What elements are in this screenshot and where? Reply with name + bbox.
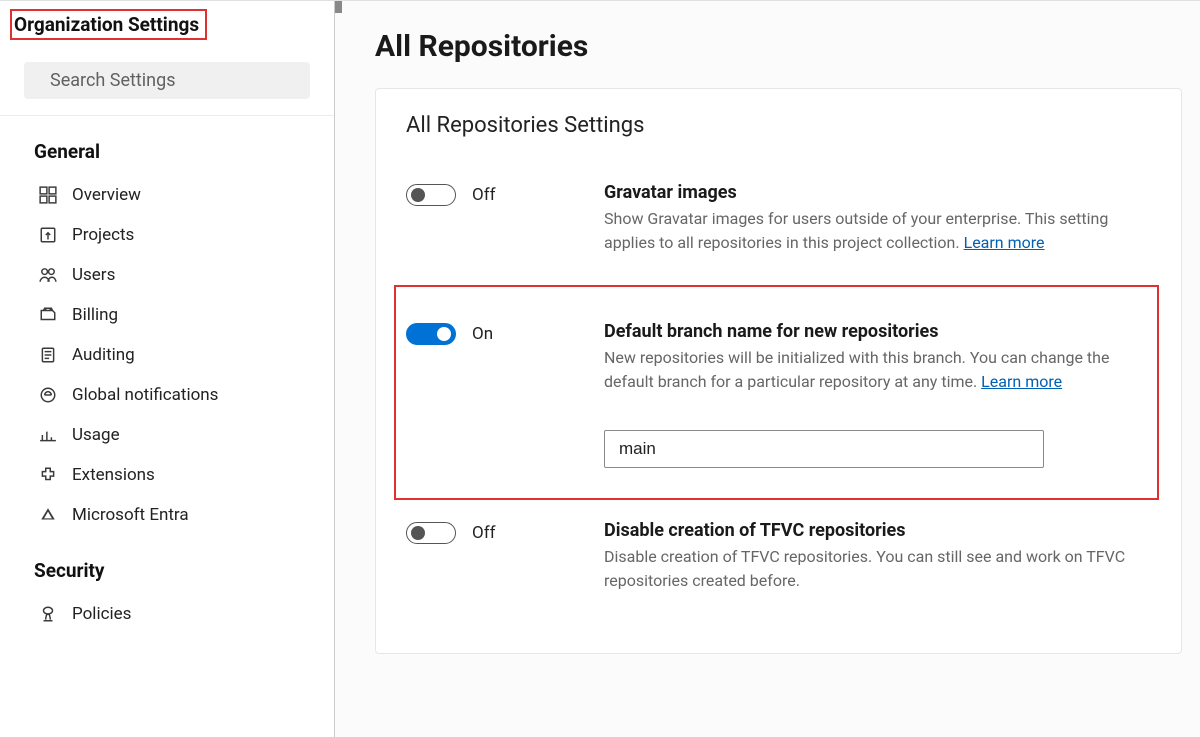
sidebar-item-billing[interactable]: Billing	[24, 295, 334, 335]
sidebar-item-label: Microsoft Entra	[72, 505, 189, 525]
sidebar-item-users[interactable]: Users	[24, 255, 334, 295]
entra-icon	[38, 505, 58, 525]
default-branch-input[interactable]	[604, 430, 1044, 468]
setting-row-disable-tfvc: Off Disable creation of TFVC repositorie…	[406, 520, 1159, 623]
sidebar-scrollbar[interactable]	[334, 1, 342, 737]
auditing-icon	[38, 345, 58, 365]
section-header-general: General	[0, 116, 334, 171]
setting-row-default-branch: On Default branch name for new repositor…	[394, 285, 1159, 500]
sidebar: Organization Settings Search Settings Ge…	[0, 1, 335, 737]
search-placeholder: Search Settings	[50, 70, 175, 91]
setting-description: New repositories will be initialized wit…	[604, 346, 1147, 394]
projects-icon	[38, 225, 58, 245]
sidebar-item-usage[interactable]: Usage	[24, 415, 334, 455]
sidebar-item-extensions[interactable]: Extensions	[24, 455, 334, 495]
sidebar-item-microsoft-entra[interactable]: Microsoft Entra	[24, 495, 334, 535]
toggle-gravatar[interactable]	[406, 184, 456, 206]
nav-list-security: Policies	[0, 590, 334, 634]
setting-title: Default branch name for new repositories	[604, 321, 1147, 342]
settings-card: All Repositories Settings Off Gravatar i…	[375, 88, 1182, 654]
toggle-state-label: Off	[472, 523, 496, 543]
sidebar-item-auditing[interactable]: Auditing	[24, 335, 334, 375]
learn-more-link[interactable]: Learn more	[981, 372, 1062, 391]
sidebar-item-label: Users	[72, 265, 115, 285]
nav-list-general: Overview Projects Users Billing	[0, 171, 334, 535]
sidebar-title-highlight: Organization Settings	[10, 9, 207, 40]
sidebar-item-overview[interactable]: Overview	[24, 175, 334, 215]
sidebar-item-label: Usage	[72, 425, 120, 445]
sidebar-item-label: Global notifications	[72, 385, 218, 405]
extensions-icon	[38, 465, 58, 485]
sidebar-item-label: Billing	[72, 305, 118, 325]
sidebar-item-label: Overview	[72, 185, 141, 205]
notifications-icon	[38, 385, 58, 405]
setting-title: Disable creation of TFVC repositories	[604, 520, 1159, 541]
setting-row-gravatar: Off Gravatar images Show Gravatar images…	[406, 182, 1159, 285]
page-title: All Repositories	[375, 29, 1182, 64]
sidebar-item-label: Policies	[72, 604, 131, 624]
billing-icon	[38, 305, 58, 325]
setting-description: Show Gravatar images for users outside o…	[604, 207, 1159, 255]
setting-title: Gravatar images	[604, 182, 1159, 203]
section-header-security: Security	[0, 535, 334, 590]
toggle-state-label: Off	[472, 185, 496, 205]
learn-more-link[interactable]: Learn more	[964, 233, 1045, 252]
sidebar-item-label: Projects	[72, 225, 134, 245]
sidebar-item-global-notifications[interactable]: Global notifications	[24, 375, 334, 415]
usage-icon	[38, 425, 58, 445]
policies-icon	[38, 604, 58, 624]
toggle-disable-tfvc[interactable]	[406, 522, 456, 544]
toggle-default-branch[interactable]	[406, 323, 456, 345]
search-input[interactable]: Search Settings	[24, 62, 310, 99]
card-title: All Repositories Settings	[406, 113, 1159, 138]
sidebar-title: Organization Settings	[14, 13, 199, 36]
users-icon	[38, 265, 58, 285]
sidebar-item-label: Extensions	[72, 465, 155, 485]
main-content: All Repositories All Repositories Settin…	[335, 1, 1200, 737]
setting-description-text: Disable creation of TFVC repositories. Y…	[604, 547, 1125, 590]
sidebar-item-label: Auditing	[72, 345, 135, 365]
toggle-state-label: On	[472, 324, 493, 344]
setting-description: Disable creation of TFVC repositories. Y…	[604, 545, 1159, 593]
sidebar-item-projects[interactable]: Projects	[24, 215, 334, 255]
overview-icon	[38, 185, 58, 205]
sidebar-item-policies[interactable]: Policies	[24, 594, 334, 634]
